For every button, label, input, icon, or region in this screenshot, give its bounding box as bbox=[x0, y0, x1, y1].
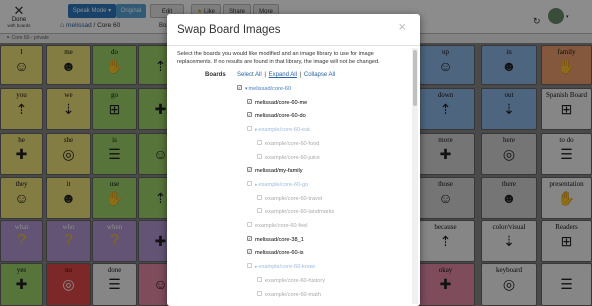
modal-title: Swap Board Images bbox=[177, 24, 281, 36]
checkbox[interactable]: ✓ bbox=[247, 98, 252, 104]
swap-board-images-modal: Swap Board Images × Select the boards yo… bbox=[167, 14, 420, 306]
modal-description: Select the boards you would like modifie… bbox=[177, 51, 380, 65]
board-actions: Select All | Expand All | Collapse All bbox=[237, 72, 336, 78]
checkbox[interactable] bbox=[257, 153, 262, 159]
board-tree-item[interactable]: ▸example/core-60-know bbox=[247, 263, 315, 272]
checkbox[interactable]: ✓ bbox=[247, 249, 252, 255]
checkbox[interactable]: ✓ bbox=[247, 235, 252, 241]
checkbox[interactable] bbox=[257, 276, 262, 282]
checkbox[interactable] bbox=[247, 263, 252, 269]
checkbox[interactable] bbox=[247, 126, 252, 132]
board-tree-item[interactable]: ✓ melissad/core-60-do bbox=[247, 112, 306, 121]
board-tree-item[interactable]: example/core-60-food bbox=[257, 139, 320, 149]
checkbox[interactable]: ✓ bbox=[237, 85, 242, 91]
chevron-right-icon[interactable]: ▸ bbox=[255, 127, 258, 133]
board-tree-item[interactable]: example/core-60-history bbox=[257, 276, 326, 286]
board-tree-item[interactable]: ✓ melissad/core-60-is bbox=[247, 249, 304, 258]
checkbox[interactable] bbox=[247, 180, 252, 186]
board-tree-label: example/core-60-landmarks bbox=[265, 209, 335, 216]
board-tree-item[interactable]: example/core-60-math bbox=[257, 290, 321, 300]
checkbox[interactable]: ✓ bbox=[247, 112, 252, 118]
board-tree-label: example/core-60-math bbox=[265, 291, 321, 298]
board-tree-label: example/core-60-history bbox=[265, 277, 326, 284]
board-tree-label: melissad/core-60 bbox=[248, 86, 292, 92]
boards-label: Boards bbox=[205, 72, 226, 78]
board-tree-label: example/core-60-travel bbox=[265, 195, 323, 202]
board-tree-label: melissad/core-60-me bbox=[255, 99, 308, 106]
board-tree-item[interactable]: example/core-60-landmarks bbox=[257, 208, 334, 217]
board-tree-label: example/core-60-go bbox=[258, 181, 309, 188]
board-tree-label: melissad/core-60-is bbox=[255, 250, 304, 257]
checkbox[interactable]: ✓ bbox=[247, 167, 252, 173]
board-tree-item[interactable]: ✓ melissad/core-60-me bbox=[247, 98, 308, 108]
chevron-right-icon[interactable]: ▸ bbox=[255, 182, 258, 188]
scrollbar-thumb[interactable] bbox=[413, 50, 417, 106]
checkbox[interactable] bbox=[257, 208, 262, 214]
checkbox[interactable] bbox=[257, 290, 262, 296]
board-tree-item[interactable]: ✓ ▾melissad/core-60 bbox=[237, 85, 291, 94]
board-tree-item[interactable]: example/core-60-juice bbox=[257, 153, 321, 163]
chevron-down-icon[interactable]: ▾ bbox=[245, 86, 248, 92]
close-icon[interactable]: × bbox=[398, 19, 406, 34]
divider bbox=[167, 45, 420, 46]
checkbox[interactable] bbox=[257, 194, 262, 200]
board-tree-label: melissad/core-38_1 bbox=[255, 236, 304, 243]
collapse-all-link[interactable]: Collapse All bbox=[304, 72, 335, 78]
board-tree-item[interactable]: ▸example/core-60-go bbox=[247, 180, 309, 190]
board-tree-label: example/core-60-know bbox=[258, 264, 316, 271]
checkbox[interactable] bbox=[247, 222, 252, 228]
select-all-link[interactable]: Select All bbox=[237, 72, 262, 78]
board-tree-label: example/core-60-juice bbox=[265, 154, 321, 161]
board-tree-item[interactable]: example/core-60-feel bbox=[247, 222, 308, 231]
board-tree-item[interactable]: ✓ melissad/my-family bbox=[247, 167, 303, 176]
board-tree-label: melissad/core-60-do bbox=[255, 113, 306, 120]
board-tree-label: example/core-60-eat bbox=[258, 127, 310, 134]
checkbox[interactable] bbox=[257, 139, 262, 145]
chevron-right-icon[interactable]: ▸ bbox=[255, 264, 258, 270]
board-tree-label: melissad/my-family bbox=[255, 168, 303, 175]
board-tree-label: example/core-60-feel bbox=[255, 223, 308, 229]
board-tree-item[interactable]: example/core-60-travel bbox=[257, 194, 323, 204]
board-tree-item[interactable]: ▸example/core-60-eat bbox=[247, 126, 310, 135]
expand-all-link[interactable]: Expand All bbox=[269, 72, 297, 78]
board-tree-item[interactable]: ✓ melissad/core-38_1 bbox=[247, 235, 304, 245]
board-tree-label: example/core-60-food bbox=[265, 140, 320, 147]
